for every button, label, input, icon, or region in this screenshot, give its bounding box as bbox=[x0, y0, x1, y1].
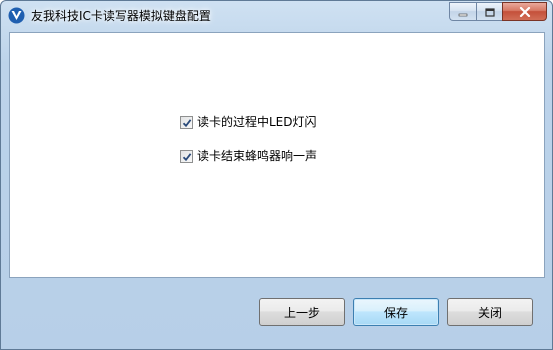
maximize-icon bbox=[484, 2, 495, 21]
minimize-icon bbox=[458, 2, 468, 21]
save-button[interactable]: 保存 bbox=[353, 298, 439, 326]
title-bar[interactable]: 友我科技IC卡读写器模拟键盘配置 bbox=[1, 1, 552, 29]
option-beep-on-finish[interactable]: 读卡结束蜂鸣器响一声 bbox=[180, 148, 317, 164]
close-window-button[interactable] bbox=[502, 2, 547, 21]
maximize-button[interactable] bbox=[476, 2, 502, 21]
option-led-flash[interactable]: 读卡的过程中LED灯闪 bbox=[180, 114, 317, 130]
previous-step-button[interactable]: 上一步 bbox=[259, 298, 345, 326]
caption-buttons bbox=[449, 2, 547, 21]
close-button[interactable]: 关闭 bbox=[447, 298, 533, 326]
beep-checkbox[interactable] bbox=[180, 147, 193, 166]
window-title: 友我科技IC卡读写器模拟键盘配置 bbox=[31, 9, 211, 23]
led-flash-label: 读卡的过程中LED灯闪 bbox=[197, 115, 317, 129]
led-flash-checkbox[interactable] bbox=[180, 113, 193, 132]
close-icon bbox=[519, 2, 531, 21]
beep-label: 读卡结束蜂鸣器响一声 bbox=[197, 149, 318, 163]
dialog-window: 友我科技IC卡读写器模拟键盘配置 读卡的过程中LED灯闪 读卡结束蜂鸣器响一声 … bbox=[0, 0, 553, 350]
minimize-button[interactable] bbox=[449, 2, 476, 21]
checkmark-icon bbox=[182, 147, 192, 166]
app-logo-icon[interactable] bbox=[8, 7, 25, 24]
checkmark-icon bbox=[182, 113, 192, 132]
